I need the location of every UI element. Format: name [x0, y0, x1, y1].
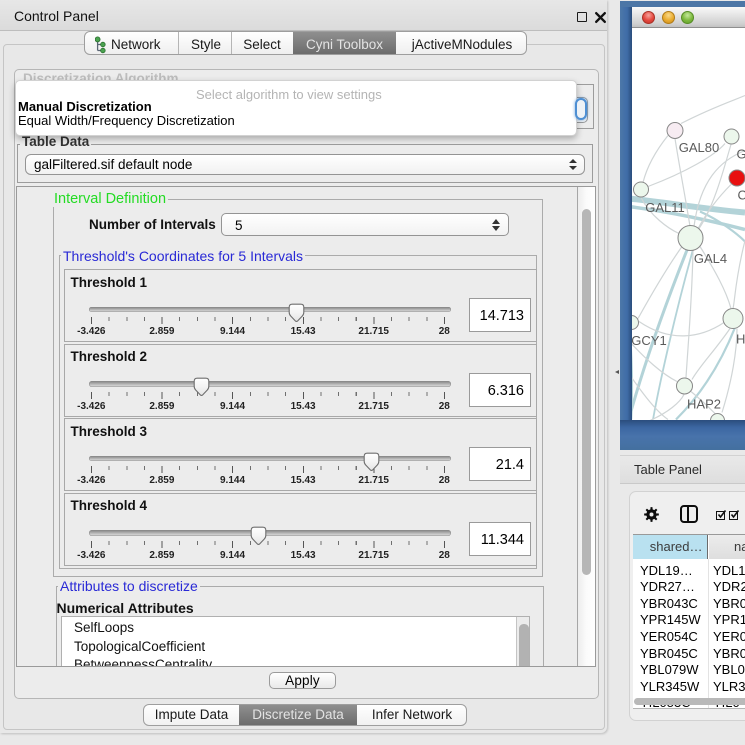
svg-text:HAP2: HAP2 — [687, 396, 721, 411]
svg-text:GAL4: GAL4 — [694, 251, 727, 266]
svg-text:GA: GA — [737, 146, 745, 161]
svg-text:GCY1: GCY1 — [632, 333, 667, 348]
svg-text:GAL11: GAL11 — [645, 200, 685, 215]
svg-text:C: C — [738, 187, 745, 202]
svg-text:H: H — [736, 331, 745, 346]
svg-text:GAL80: GAL80 — [679, 140, 719, 155]
